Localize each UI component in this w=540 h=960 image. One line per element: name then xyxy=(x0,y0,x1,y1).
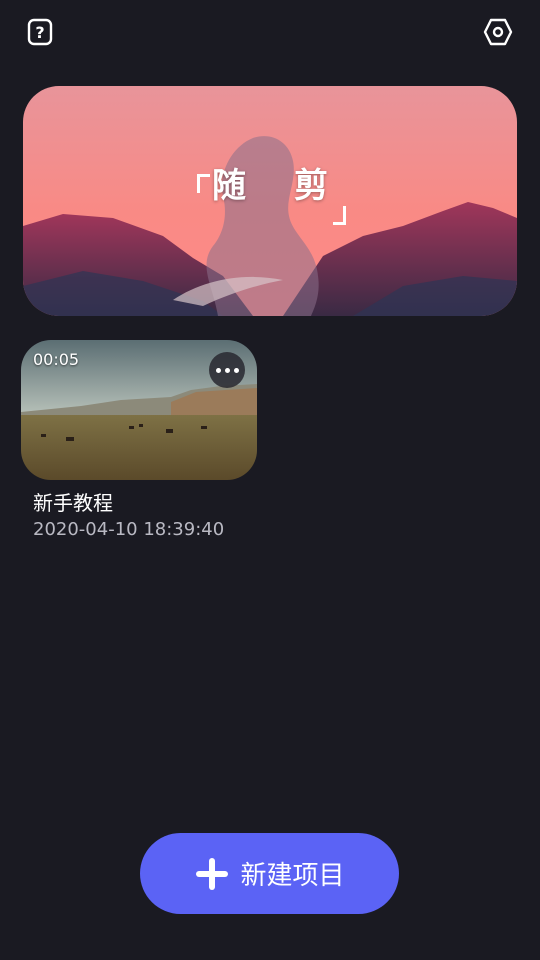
help-icon: ? xyxy=(27,18,53,46)
top-bar: ? xyxy=(0,0,540,64)
project-date: 2020-04-10 18:39:40 xyxy=(33,519,225,540)
banner-bracket-right xyxy=(333,206,346,225)
banner-title: 随剪 xyxy=(212,166,376,206)
svg-text:?: ? xyxy=(35,23,44,42)
settings-button[interactable] xyxy=(480,14,516,50)
project-name: 新手教程 xyxy=(33,491,113,515)
project-more-button[interactable] xyxy=(209,352,245,388)
home-screen: ? 随剪 00:05 新手教程 2020-04-10 18:39:40 新建项目 xyxy=(0,0,540,960)
project-duration: 00:05 xyxy=(33,350,80,369)
new-project-button[interactable]: 新建项目 xyxy=(140,833,399,914)
help-button[interactable]: ? xyxy=(22,14,58,50)
project-thumbnail[interactable]: 00:05 xyxy=(21,340,257,480)
promo-banner[interactable]: 随剪 xyxy=(23,86,517,316)
hexagon-settings-icon xyxy=(483,18,513,46)
new-project-label: 新建项目 xyxy=(240,861,345,891)
more-icon-dot xyxy=(233,367,239,373)
more-icon-dot xyxy=(224,367,230,373)
plus-icon xyxy=(196,857,229,890)
more-icon xyxy=(215,367,221,373)
